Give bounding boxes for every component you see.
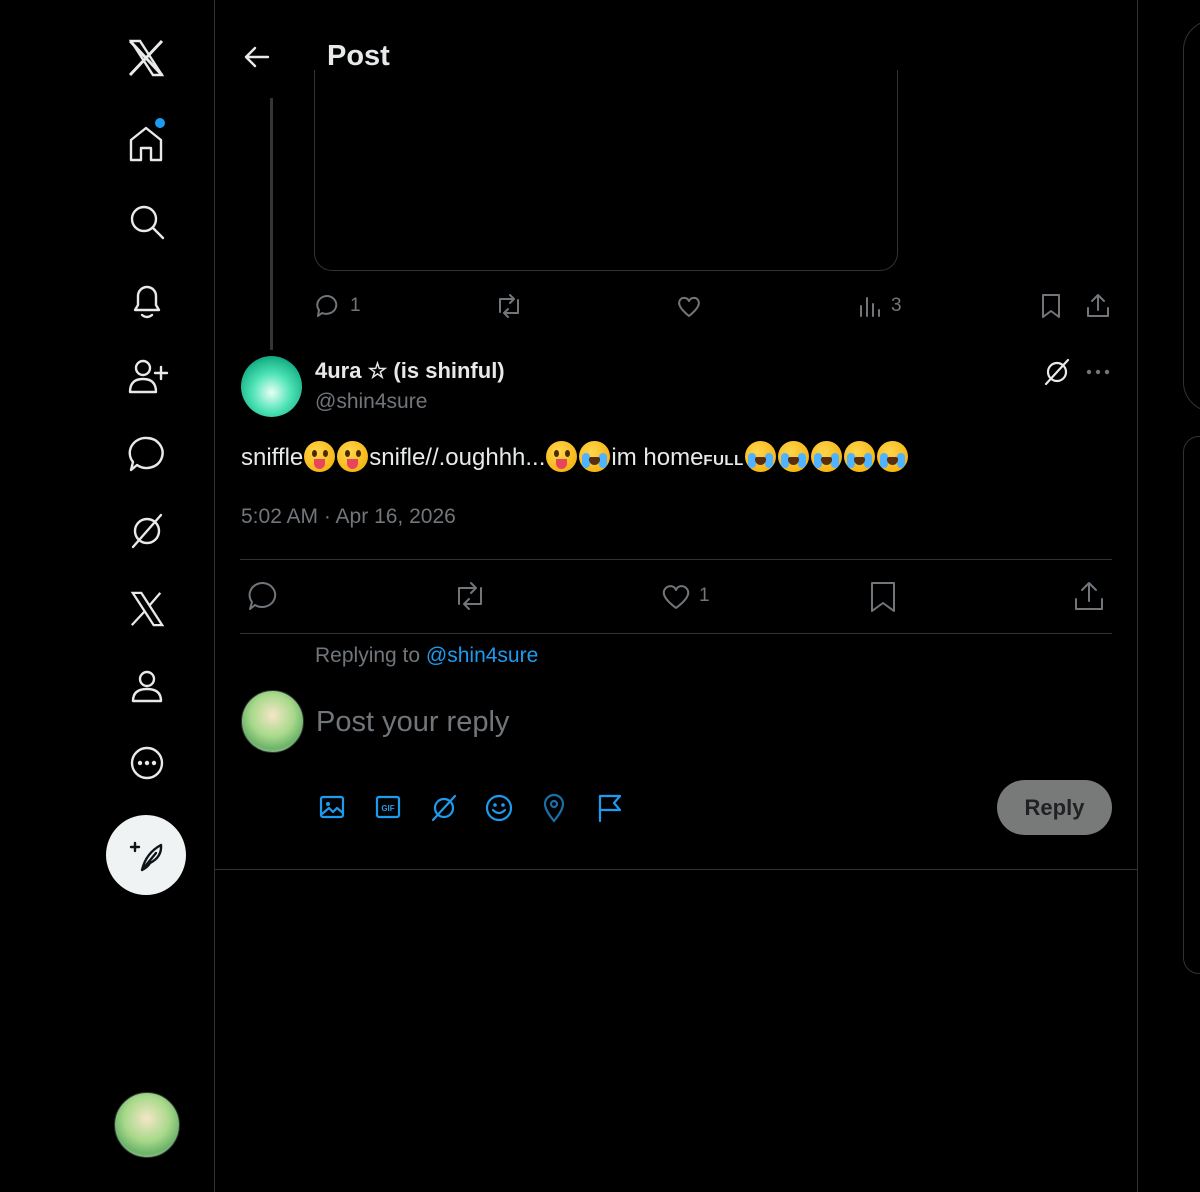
- reply-button[interactable]: 1: [314, 292, 361, 320]
- compose-icon: [129, 841, 163, 872]
- author-handle[interactable]: @shin4sure: [315, 390, 427, 414]
- reply-icon: [248, 581, 277, 610]
- parent-action-bar: 1 3: [314, 292, 1114, 322]
- crying-emoji-icon: [579, 441, 611, 472]
- premium-icon[interactable]: [128, 590, 166, 628]
- media-card[interactable]: [314, 70, 898, 271]
- reply-count: 1: [350, 295, 361, 316]
- repost-icon: [458, 582, 482, 610]
- main-column-border-left: [214, 0, 215, 1192]
- like-button[interactable]: [675, 292, 703, 320]
- composer-toolbar: GIF: [318, 793, 638, 823]
- post-text-part-small: FULL: [703, 452, 744, 469]
- more-icon[interactable]: [127, 743, 167, 783]
- profile-icon[interactable]: [127, 667, 167, 707]
- repost-icon: [499, 294, 519, 318]
- more-horizontal-icon: [1086, 369, 1110, 375]
- author-name[interactable]: 4ura ☆ (is shinful): [315, 358, 505, 384]
- grok-icon: [431, 794, 457, 822]
- reply-button[interactable]: [246, 579, 280, 613]
- crying-emoji-icon: [843, 441, 875, 472]
- crying-emoji-icon: [876, 441, 908, 472]
- main-column-border-right: [1137, 0, 1138, 1192]
- replying-to: Replying to @shin4sure: [315, 644, 538, 668]
- post-timestamp[interactable]: 5:02 AM · Apr 16, 2026: [241, 505, 456, 529]
- like-count: 1: [699, 585, 710, 606]
- back-arrow-icon: [244, 46, 270, 68]
- bookmark-icon: [1042, 294, 1060, 318]
- views-icon: [860, 297, 880, 317]
- composer-avatar[interactable]: [241, 690, 304, 753]
- grok-icon[interactable]: [127, 511, 167, 551]
- share-icon: [1075, 582, 1103, 610]
- post-text: sniffle snifle//.oughhh... im homeFULL: [241, 441, 909, 472]
- chat-icon[interactable]: [127, 434, 167, 474]
- gif-button[interactable]: GIF: [374, 793, 402, 821]
- divider: [215, 869, 1137, 870]
- post-action-bar: 1: [240, 575, 1112, 619]
- crying-emoji-icon: [810, 441, 842, 472]
- grok-explain-button[interactable]: [1042, 357, 1072, 387]
- repost-button[interactable]: [494, 292, 524, 320]
- like-button[interactable]: 1: [659, 579, 710, 613]
- divider: [240, 559, 1112, 560]
- crying-emoji-icon: [744, 441, 776, 472]
- back-button[interactable]: [242, 45, 270, 69]
- right-sidebar-search[interactable]: [1183, 20, 1200, 412]
- search-icon[interactable]: [127, 202, 167, 242]
- page-title: Post: [327, 40, 390, 72]
- emoji-button[interactable]: [484, 793, 514, 823]
- share-icon: [1087, 294, 1109, 317]
- repost-button[interactable]: [451, 579, 489, 613]
- flag-button[interactable]: [596, 793, 624, 823]
- follow-icon[interactable]: [127, 357, 171, 397]
- author-avatar[interactable]: [241, 356, 302, 417]
- grok-icon: [1044, 358, 1070, 386]
- views-button[interactable]: 3: [857, 292, 902, 320]
- crying-emoji-icon: [777, 441, 809, 472]
- views-count: 3: [891, 295, 902, 316]
- share-button[interactable]: [1084, 292, 1112, 320]
- replying-to-label: Replying to: [315, 644, 421, 667]
- reply-icon: [316, 294, 338, 317]
- bookmark-icon: [871, 582, 895, 612]
- reply-button[interactable]: Reply: [997, 780, 1112, 835]
- post-more-button[interactable]: [1085, 360, 1111, 384]
- heart-icon: [678, 296, 700, 317]
- tongue-emoji-icon: [304, 441, 336, 472]
- reply-input[interactable]: [316, 700, 1076, 744]
- gif-icon: GIF: [375, 795, 401, 819]
- notifications-icon[interactable]: [127, 281, 167, 321]
- svg-text:GIF: GIF: [381, 804, 394, 813]
- bookmark-button[interactable]: [868, 579, 898, 615]
- notification-dot: [155, 118, 165, 128]
- flag-icon: [598, 794, 622, 823]
- grok-button[interactable]: [429, 793, 459, 823]
- share-button[interactable]: [1072, 579, 1106, 613]
- home-icon[interactable]: [127, 118, 167, 164]
- location-button[interactable]: [540, 793, 568, 823]
- post-text-part: im home: [611, 444, 704, 471]
- thread-line: [270, 98, 273, 350]
- account-avatar[interactable]: [114, 1092, 180, 1158]
- bookmark-button[interactable]: [1038, 292, 1064, 320]
- x-logo-icon[interactable]: [126, 38, 166, 78]
- divider: [240, 633, 1112, 634]
- emoji-link[interactable]: [744, 441, 909, 472]
- emoji-icon: [485, 794, 513, 822]
- media-button[interactable]: [318, 793, 346, 821]
- right-sidebar-card: [1183, 436, 1200, 974]
- compose-button[interactable]: [106, 815, 186, 895]
- location-icon: [543, 793, 565, 823]
- tongue-emoji-icon: [546, 441, 578, 472]
- heart-icon: [662, 585, 690, 609]
- post-text-part: sniffle: [241, 444, 304, 471]
- media-icon: [319, 795, 345, 819]
- tongue-emoji-icon: [337, 441, 369, 472]
- replying-to-handle[interactable]: @shin4sure: [426, 644, 538, 667]
- post-text-part: snifle//.oughhh...: [369, 444, 546, 471]
